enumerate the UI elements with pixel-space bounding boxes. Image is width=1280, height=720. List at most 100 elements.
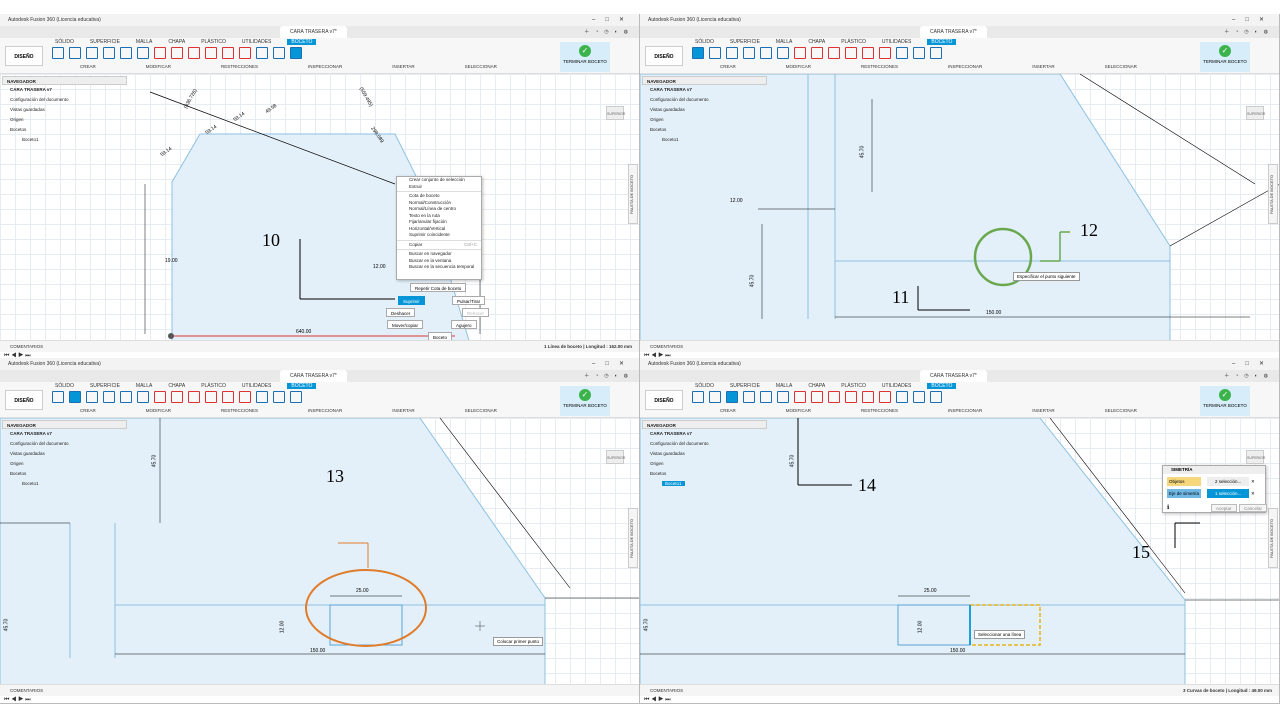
navigator-item[interactable]: Origen [2, 459, 127, 469]
pulse-button[interactable]: Pulsar/Tirar [452, 296, 486, 305]
group-restricciones[interactable]: RESTRICCIONES [221, 64, 258, 69]
navigator-item[interactable]: Bocetos [642, 125, 767, 135]
navigator-item[interactable]: Configuración del documento [2, 95, 127, 105]
navigator-item[interactable]: Bocetos [2, 125, 127, 135]
sketch-palette-tab[interactable]: PALETA DE BOCETO [628, 164, 638, 224]
info-icon[interactable]: ℹ [1167, 504, 1169, 511]
inspect-icon[interactable] [256, 391, 268, 403]
axis-row[interactable]: Eje de simetría 1 selección... ✕ [1167, 489, 1255, 498]
sketch-palette-tab[interactable]: PALETA DE BOCETO [1268, 164, 1278, 224]
spline-tool-icon[interactable] [743, 391, 755, 403]
group-restricciones[interactable]: RESTRICCIONES [861, 64, 898, 69]
equal-tool-icon[interactable] [188, 47, 200, 59]
line-tool-icon[interactable] [692, 391, 704, 403]
group-insertar[interactable]: INSERTAR [1032, 408, 1054, 413]
group-restricciones[interactable]: RESTRICCIONES [221, 408, 258, 413]
menu-item[interactable]: Buscar en la secuencia temporal [397, 264, 481, 271]
navigator-item[interactable]: Boceto1 [2, 479, 127, 489]
select-icon[interactable] [290, 391, 302, 403]
line-tool-icon[interactable] [52, 391, 64, 403]
navigator-document[interactable]: CARA TRASERA v7 [2, 429, 127, 439]
group-inspeccionar[interactable]: INSPECCIONAR [308, 64, 342, 69]
tab-boceto[interactable]: BOCETO [927, 383, 957, 389]
objects-value[interactable]: 2 selección... [1207, 477, 1249, 486]
group-crear[interactable]: CREAR [720, 64, 736, 69]
group-crear[interactable]: CREAR [80, 408, 96, 413]
tangent-icon[interactable] [239, 47, 251, 59]
insert-icon[interactable] [273, 391, 285, 403]
arc-tool-icon[interactable] [120, 391, 132, 403]
timeline-controls[interactable]: ⏮ ◀ ▶ ⏭ [0, 696, 639, 703]
triangle-tool-icon[interactable] [86, 391, 98, 403]
fillet-tool-icon[interactable] [171, 391, 183, 403]
select-icon[interactable] [290, 47, 302, 59]
viewcube[interactable]: SUPERIOR [606, 106, 625, 120]
axis-value[interactable]: 1 selección... [1207, 489, 1249, 498]
mirror-tool-icon[interactable] [726, 391, 738, 403]
tab-chapa[interactable]: CHAPA [808, 39, 825, 45]
navigator-item[interactable]: Vistas guardadas [642, 449, 767, 459]
finish-sketch-button[interactable]: ✓ TERMINAR BOCETO [560, 42, 610, 72]
menu-item[interactable]: Suprimir coincidente [397, 232, 481, 239]
group-restricciones[interactable]: RESTRICCIONES [861, 408, 898, 413]
trim-tool-icon[interactable] [154, 391, 166, 403]
navigator-item[interactable]: Vistas guardadas [642, 105, 767, 115]
navigator-item[interactable]: Bocetos [2, 469, 127, 479]
lock-icon[interactable] [222, 47, 234, 59]
group-insertar[interactable]: INSERTAR [1032, 64, 1054, 69]
spline-tool-icon[interactable] [743, 47, 755, 59]
offset-tool-icon[interactable] [137, 47, 149, 59]
tab-utilidades[interactable]: UTILIDADES [242, 39, 271, 45]
spline-tool-icon[interactable] [103, 47, 115, 59]
menu-item[interactable]: Extruir [397, 184, 481, 191]
lock-icon[interactable] [222, 391, 234, 403]
tangent-icon[interactable] [879, 391, 891, 403]
line-tool-icon[interactable] [692, 47, 704, 59]
tab-chapa[interactable]: CHAPA [168, 383, 185, 389]
document-tab[interactable]: CARA TRASERA v7* [280, 26, 347, 38]
objects-row[interactable]: Objetos 2 selección... ✕ [1167, 477, 1255, 486]
rectangle-tool-icon[interactable] [709, 391, 721, 403]
window-controls[interactable]: –□✕ [592, 358, 634, 370]
group-inspeccionar[interactable]: INSPECCIONAR [948, 64, 982, 69]
rectangle-tool-icon[interactable] [69, 391, 81, 403]
navigator-item[interactable]: Configuración del documento [2, 439, 127, 449]
viewcube[interactable]: SUPERIOR [606, 450, 625, 464]
header-icons[interactable]: ＋◔◷◐◍ [1224, 26, 1274, 38]
group-modificar[interactable]: MODIFICAR [146, 64, 171, 69]
navigator-item[interactable]: Bocetos [642, 469, 767, 479]
tab-superficie[interactable]: SUPERFICIE [730, 39, 760, 45]
lock-icon[interactable] [862, 47, 874, 59]
navigator-item[interactable]: Origen [642, 459, 767, 469]
tab-plastico[interactable]: PLÁSTICO [841, 383, 866, 389]
header-icons[interactable]: ＋◔◷◐◍ [584, 370, 634, 382]
trim-tool-icon[interactable] [154, 47, 166, 59]
tab-boceto[interactable]: BOCETO [927, 39, 957, 45]
viewcube[interactable]: SUPERIOR [1246, 450, 1265, 464]
header-icons[interactable]: ＋◔◷◐◍ [584, 26, 634, 38]
document-tab[interactable]: CARA TRASERA v7* [280, 370, 347, 382]
triangle-tool-icon[interactable] [726, 47, 738, 59]
menu-item[interactable]: Copiar Ctrl+C [397, 242, 481, 249]
offset-tool-icon[interactable] [777, 47, 789, 59]
select-icon[interactable] [930, 47, 942, 59]
line-tool-icon[interactable] [52, 47, 64, 59]
repeat-button[interactable]: Repetir Cota de boceto [410, 283, 467, 292]
constraint-icon[interactable] [845, 47, 857, 59]
equal-tool-icon[interactable] [188, 391, 200, 403]
insert-icon[interactable] [913, 47, 925, 59]
triangle-tool-icon[interactable] [86, 47, 98, 59]
fillet-tool-icon[interactable] [171, 47, 183, 59]
group-inspeccionar[interactable]: INSPECCIONAR [308, 408, 342, 413]
group-seleccionar[interactable]: SELECCIONAR [465, 64, 497, 69]
window-controls[interactable]: –□✕ [592, 14, 634, 26]
header-icons[interactable]: ＋◔◷◐◍ [1224, 370, 1274, 382]
workspace-dropdown[interactable]: DISEÑO [5, 390, 43, 410]
tab-utilidades[interactable]: UTILIDADES [882, 383, 911, 389]
inspect-icon[interactable] [896, 391, 908, 403]
fillet-tool-icon[interactable] [811, 391, 823, 403]
tab-plastico[interactable]: PLÁSTICO [201, 39, 226, 45]
clear-icon[interactable]: ✕ [1251, 477, 1255, 486]
group-seleccionar[interactable]: SELECCIONAR [465, 408, 497, 413]
move-button[interactable]: Mover/copiar [387, 320, 424, 329]
